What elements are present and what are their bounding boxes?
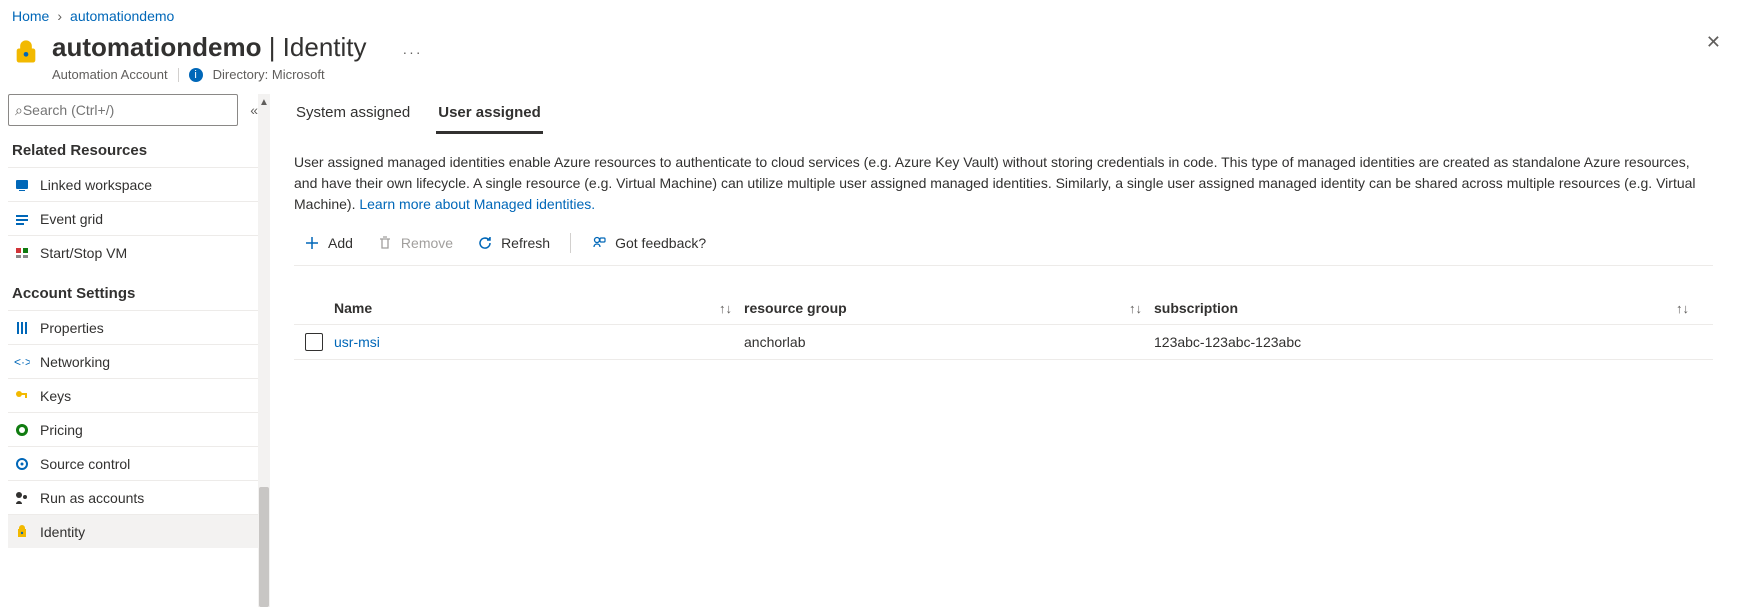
sidebar-item-networking[interactable]: <·> Networking bbox=[8, 344, 270, 378]
toolbar-divider bbox=[570, 233, 571, 253]
tab-system-assigned[interactable]: System assigned bbox=[294, 98, 412, 134]
resource-type-label: Automation Account bbox=[52, 67, 168, 82]
identity-resource-group: anchorlab bbox=[744, 334, 806, 350]
sidebar-item-event-grid[interactable]: Event grid bbox=[8, 201, 270, 235]
feedback-button[interactable]: Got feedback? bbox=[581, 231, 716, 255]
key-icon bbox=[14, 388, 30, 404]
row-checkbox[interactable] bbox=[305, 333, 323, 351]
identity-subscription: 123abc-123abc-123abc bbox=[1154, 334, 1301, 350]
pricing-icon bbox=[14, 422, 30, 438]
scroll-thumb[interactable] bbox=[259, 487, 269, 607]
sidebar-item-label: Networking bbox=[40, 354, 110, 370]
networking-icon: <·> bbox=[14, 354, 30, 370]
sidebar-item-label: Run as accounts bbox=[40, 490, 144, 506]
learn-more-link[interactable]: Learn more about Managed identities. bbox=[359, 196, 595, 212]
plus-icon bbox=[304, 235, 320, 251]
sidebar-item-label: Pricing bbox=[40, 422, 83, 438]
page-title: automationdemo | Identity bbox=[52, 32, 367, 63]
search-input[interactable] bbox=[23, 102, 231, 118]
sidebar-item-run-as-accounts[interactable]: Run as accounts bbox=[8, 480, 270, 514]
event-grid-icon bbox=[14, 211, 30, 227]
accounts-icon bbox=[14, 490, 30, 506]
workspace-icon bbox=[14, 177, 30, 193]
sidebar-item-label: Source control bbox=[40, 456, 130, 472]
properties-icon bbox=[14, 320, 30, 336]
sidebar-item-properties[interactable]: Properties bbox=[8, 310, 270, 344]
refresh-icon bbox=[477, 235, 493, 251]
trash-icon bbox=[377, 235, 393, 251]
info-icon: i bbox=[189, 68, 203, 82]
identity-icon bbox=[14, 524, 30, 540]
column-header-name[interactable]: Name bbox=[334, 300, 372, 316]
remove-button: Remove bbox=[367, 231, 463, 255]
sort-icon[interactable]: ↑↓ bbox=[719, 301, 732, 316]
svg-text:<·>: <·> bbox=[14, 355, 30, 369]
sidebar-item-start-stop-vm[interactable]: Start/Stop VM bbox=[8, 235, 270, 269]
power-icon bbox=[14, 245, 30, 261]
more-actions-button[interactable]: ··· bbox=[403, 44, 423, 60]
tab-description: User assigned managed identities enable … bbox=[294, 152, 1713, 215]
main-content: System assigned User assigned User assig… bbox=[270, 90, 1737, 607]
sidebar-item-linked-workspace[interactable]: Linked workspace bbox=[8, 167, 270, 201]
gear-icon bbox=[14, 456, 30, 472]
identity-tabs: System assigned User assigned bbox=[294, 98, 1713, 134]
breadcrumb-resource[interactable]: automationdemo bbox=[70, 8, 174, 24]
sidebar-item-pricing[interactable]: Pricing bbox=[8, 412, 270, 446]
tab-user-assigned[interactable]: User assigned bbox=[436, 98, 543, 134]
breadcrumb-home[interactable]: Home bbox=[12, 8, 49, 24]
refresh-button[interactable]: Refresh bbox=[467, 231, 560, 255]
directory-label: Directory: Microsoft bbox=[213, 67, 325, 82]
sort-icon[interactable]: ↑↓ bbox=[1676, 301, 1689, 316]
search-icon: ⌕ bbox=[15, 102, 23, 119]
toolbar: Add Remove Refresh Got feedback? bbox=[294, 231, 1713, 266]
feedback-icon bbox=[591, 235, 607, 251]
automation-account-icon bbox=[12, 38, 40, 66]
search-input-container[interactable]: ⌕ bbox=[8, 94, 238, 126]
page-heading: automationdemo | Identity Automation Acc… bbox=[0, 24, 1737, 90]
sidebar-item-label: Linked workspace bbox=[40, 177, 152, 193]
scroll-up-icon[interactable]: ▲ bbox=[258, 94, 270, 110]
add-button[interactable]: Add bbox=[294, 231, 363, 255]
identities-table: Name ↑↓ resource group ↑↓ subscription ↑… bbox=[294, 292, 1713, 360]
sidebar-item-label: Keys bbox=[40, 388, 71, 404]
column-header-subscription[interactable]: subscription bbox=[1154, 300, 1238, 316]
identity-name-link[interactable]: usr-msi bbox=[334, 334, 380, 350]
sort-icon[interactable]: ↑↓ bbox=[1129, 301, 1142, 316]
sidebar-scrollbar[interactable]: ▲ bbox=[258, 94, 270, 607]
sidebar: ⌕ « Related Resources Linked workspace E… bbox=[0, 90, 270, 607]
close-button[interactable]: ✕ bbox=[1706, 32, 1721, 53]
sidebar-item-source-control[interactable]: Source control bbox=[8, 446, 270, 480]
sidebar-item-identity[interactable]: Identity bbox=[8, 514, 270, 548]
sidebar-item-label: Event grid bbox=[40, 211, 103, 227]
table-header-row: Name ↑↓ resource group ↑↓ subscription ↑… bbox=[294, 292, 1713, 325]
table-row[interactable]: usr-msi anchorlab 123abc-123abc-123abc bbox=[294, 325, 1713, 360]
sidebar-item-label: Start/Stop VM bbox=[40, 245, 127, 261]
breadcrumb-separator-icon: › bbox=[57, 8, 62, 24]
column-header-resource-group[interactable]: resource group bbox=[744, 300, 847, 316]
sidebar-item-label: Identity bbox=[40, 524, 85, 540]
sidebar-section-settings: Account Settings bbox=[8, 269, 270, 310]
sidebar-item-keys[interactable]: Keys bbox=[8, 378, 270, 412]
sidebar-section-related: Related Resources bbox=[8, 126, 270, 167]
breadcrumb: Home › automationdemo bbox=[0, 0, 1737, 24]
sidebar-item-label: Properties bbox=[40, 320, 104, 336]
